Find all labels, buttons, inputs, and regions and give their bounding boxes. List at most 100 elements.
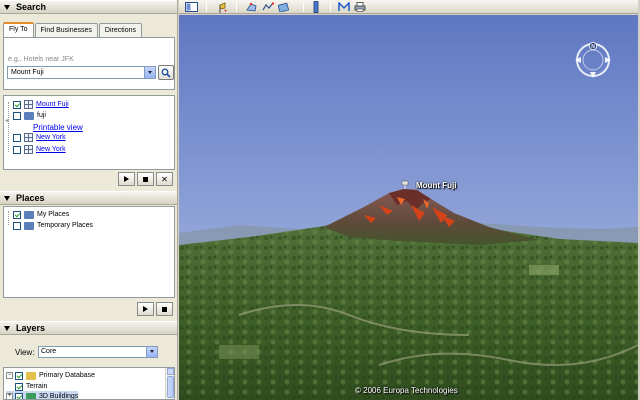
print-button[interactable] (353, 1, 367, 13)
copyright-notice: © 2006 Europa Technologies (355, 386, 458, 395)
places-item-label: My Places (37, 211, 70, 218)
placemark-grid-icon (24, 133, 33, 142)
toolbar-separator (206, 2, 207, 12)
expand-plus-icon[interactable]: + (5, 118, 9, 125)
add-placemark-button[interactable]: + (215, 1, 229, 13)
search-tabs: Fly To Find Businesses Directions (3, 22, 143, 37)
result-item-new-york-1[interactable]: New York (13, 132, 66, 143)
checkbox[interactable] (13, 133, 21, 142)
measure-ruler-button[interactable] (310, 1, 322, 13)
email-button[interactable] (337, 1, 351, 13)
expand-toggle[interactable]: + (5, 116, 9, 127)
printable-view-link[interactable]: Printable view (33, 123, 83, 132)
scroll-thumb[interactable] (167, 376, 174, 398)
layers-list: − Primary Database Terrain + 3D Building… (3, 367, 175, 400)
magnifier-icon (161, 68, 171, 78)
stop-icon (143, 176, 148, 182)
collapse-triangle-icon[interactable] (4, 4, 10, 10)
toolbar-separator (303, 2, 304, 12)
image-overlay-button[interactable] (277, 1, 291, 13)
layer-item-primary-database[interactable]: − Primary Database (6, 370, 95, 381)
stop-button[interactable] (137, 172, 154, 186)
checkbox[interactable] (15, 392, 23, 399)
dropdown-arrow-icon[interactable] (146, 347, 157, 357)
tab-find-businesses[interactable]: Find Businesses (34, 23, 98, 37)
view-select[interactable]: Core (38, 346, 158, 358)
places-item-temporary[interactable]: Temporary Places (13, 220, 93, 231)
terrain-scene (179, 15, 638, 400)
play-icon (124, 176, 129, 182)
result-link-new-york[interactable]: New York (36, 146, 66, 153)
compass-north-label: N (591, 44, 595, 50)
result-item-mount-fuji[interactable]: Mount Fuji (13, 99, 69, 110)
add-path-button[interactable] (261, 1, 275, 13)
close-icon: ✕ (161, 174, 168, 184)
stop-icon (162, 306, 167, 312)
folder-icon (24, 111, 34, 120)
placemark-label[interactable]: Mount Fuji (416, 181, 456, 190)
stop-button[interactable] (156, 302, 173, 316)
search-panel-header[interactable]: Search (0, 0, 177, 14)
print-icon (354, 2, 366, 12)
email-icon (338, 2, 350, 11)
add-polygon-button[interactable] (245, 1, 259, 13)
image-overlay-icon (278, 2, 290, 12)
results-controls: ✕ (116, 172, 173, 186)
search-button[interactable] (158, 65, 174, 80)
places-controls (135, 302, 173, 316)
layer-label: Terrain (26, 383, 48, 390)
checkbox[interactable] (13, 145, 21, 154)
forest-texture (179, 215, 638, 400)
result-link-mount-fuji[interactable]: Mount Fuji (36, 101, 69, 108)
play-button[interactable] (118, 172, 135, 186)
checkbox[interactable] (13, 100, 21, 109)
result-link-new-york[interactable]: New York (36, 134, 66, 141)
sidebar-toggle-button[interactable] (184, 1, 199, 13)
view-select-value: Core (41, 348, 57, 355)
clearing (219, 345, 259, 359)
layer-item-3d-buildings[interactable]: + 3D Buildings (6, 391, 79, 400)
collapse-minus-icon[interactable]: − (6, 372, 13, 379)
result-item-new-york-2[interactable]: New York (13, 144, 66, 155)
toolbar-separator (236, 2, 237, 12)
checkbox[interactable] (15, 371, 23, 380)
search-results-list: Mount Fuji fuji + New York New York (3, 95, 175, 170)
result-item-fuji[interactable]: fuji (13, 110, 46, 121)
placemark-icon[interactable] (401, 180, 409, 186)
play-button[interactable] (137, 302, 154, 316)
tab-directions[interactable]: Directions (98, 23, 143, 37)
places-item-my-places[interactable]: My Places (13, 209, 69, 220)
add-path-icon (262, 2, 274, 11)
view-label: View: (15, 348, 35, 357)
search-input[interactable]: Mount Fuji (7, 66, 156, 79)
layers-panel-header[interactable]: Layers (0, 321, 177, 335)
dropdown-arrow-icon[interactable] (144, 67, 155, 78)
collapse-triangle-icon[interactable] (4, 325, 10, 331)
placemark-grid-icon (24, 145, 33, 154)
checkbox[interactable] (15, 382, 23, 391)
checkbox[interactable] (13, 221, 21, 230)
toolbar: + (179, 0, 640, 14)
checkbox[interactable] (13, 210, 21, 219)
collapse-triangle-icon[interactable] (4, 195, 10, 201)
toolbar-separator (330, 2, 331, 12)
add-polygon-icon (246, 2, 257, 12)
expand-plus-icon[interactable]: + (6, 393, 13, 399)
tree-line (8, 102, 9, 152)
layers-scrollbar[interactable] (165, 368, 174, 399)
placemark-grid-icon (24, 100, 33, 109)
folder-icon (24, 210, 34, 219)
layer-label: 3D Buildings (39, 393, 79, 400)
add-placemark-icon: + (219, 1, 228, 13)
scroll-up-icon[interactable] (167, 368, 174, 375)
sidebar: Search Fly To Find Businesses Directions… (0, 0, 178, 400)
buildings-icon (26, 392, 36, 399)
clear-results-button[interactable]: ✕ (156, 172, 173, 186)
tab-fly-to[interactable]: Fly To (3, 22, 34, 37)
tree-line (8, 211, 9, 225)
earth-3d-view[interactable]: Mount Fuji © 2006 Europa Technologies N (179, 15, 638, 400)
checkbox[interactable] (13, 111, 21, 120)
measure-ruler-icon (313, 1, 319, 13)
places-panel-header[interactable]: Places (0, 191, 177, 205)
compass-icon[interactable]: N (571, 38, 615, 82)
